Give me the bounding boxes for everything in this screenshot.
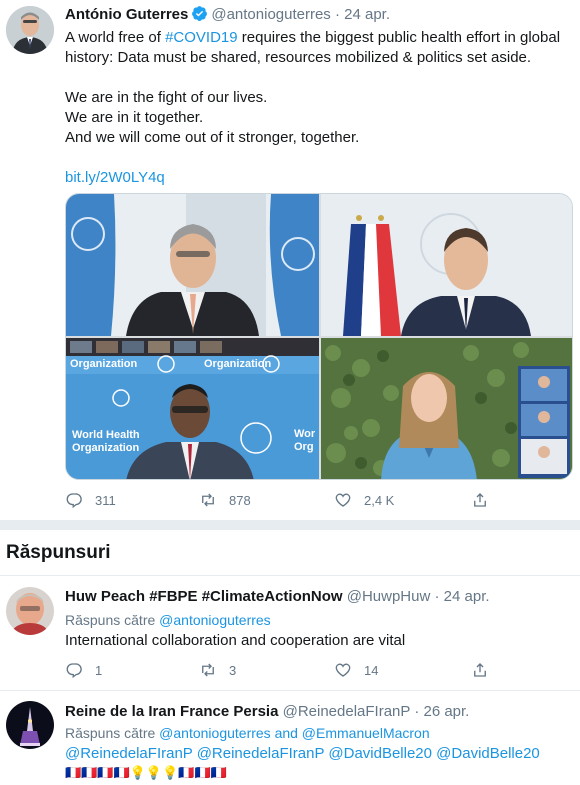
tweet-text-line4: We are in it together. (65, 109, 204, 126)
who-banner-caption: Organization (70, 358, 138, 370)
who-banner-caption-2: Organization (204, 358, 272, 370)
like-icon (335, 663, 351, 677)
share-button[interactable] (471, 490, 489, 510)
reply-count: 1 (95, 662, 103, 678)
tweet-actions: 311 878 2,4 K (65, 490, 565, 510)
tweet-text-line5: And we will come out of it stronger, tog… (65, 129, 360, 146)
reply-date[interactable]: · 26 apr. (414, 703, 469, 720)
who-right-caption-2: Org (294, 441, 314, 453)
reply-author-name[interactable]: Reine de la Iran France Persia (65, 703, 278, 720)
tweet-media-image[interactable]: Organization Organization World Health O… (65, 193, 573, 480)
reply-actions: 1 3 14 (65, 660, 565, 680)
reply-to-label: Răspuns către (65, 612, 160, 628)
reply-count: 311 (95, 492, 116, 508)
retweet-button[interactable]: 878 (199, 490, 251, 510)
avatar-image (6, 587, 54, 635)
like-button[interactable]: 14 (334, 660, 378, 680)
like-count: 2,4 K (364, 492, 395, 508)
reply-author-handle[interactable]: @ReinedelaFIranP (283, 703, 411, 720)
like-button[interactable]: 2,4 K (334, 490, 394, 510)
reply-emoji-line: 🇫🇷🇫🇷🇫🇷🇫🇷💡💡💡🇫🇷🇫🇷🇫🇷 (65, 765, 227, 780)
reply-icon (66, 663, 82, 679)
tweet-text-line1-rest: requires the biggest public health effor… (237, 29, 561, 46)
replies-heading: Răspunsuri (6, 542, 111, 563)
retweet-icon (202, 493, 214, 507)
media-tile-tedros: Organization Organization World Health O… (66, 338, 319, 479)
media-tile-guterres (66, 194, 319, 336)
author-name[interactable]: António Guterres (65, 6, 188, 23)
reply-button[interactable]: 1 (65, 660, 102, 680)
share-button[interactable] (471, 660, 489, 680)
retweet-icon (202, 663, 214, 677)
share-icon (474, 663, 486, 677)
who-side-caption-1: World Health (72, 429, 140, 441)
reply-date[interactable]: · 24 apr. (435, 588, 490, 605)
media-tile-macron (321, 194, 572, 336)
tweet-link[interactable]: bit.ly/2W0LY4q (65, 168, 575, 188)
who-right-caption-1: Wor (294, 428, 316, 440)
tweet-text-line2: history: Data must be shared, resources … (65, 49, 532, 66)
like-icon (335, 493, 351, 507)
avatar-huw-peach[interactable] (6, 587, 54, 635)
reply-icon (66, 493, 82, 509)
verified-badge-icon (192, 6, 208, 21)
section-separator (0, 520, 580, 530)
reply-button[interactable]: 311 (65, 490, 116, 510)
avatar-reine-iran[interactable] (6, 701, 54, 749)
who-side-caption-2: Organization (72, 442, 140, 454)
tweet-text: A world free of #COVID19 requires the bi… (65, 28, 575, 188)
reply-to-mention[interactable]: @antonioguterres and @EmmanuelMacron (159, 725, 429, 741)
media-tile-gates (321, 338, 572, 479)
tweet-date[interactable]: · 24 apr. (335, 6, 390, 23)
reply-author-handle[interactable]: @HuwpHuw (347, 588, 431, 605)
reply-to-label: Răspuns către (65, 725, 160, 741)
reply-tweet[interactable]: Reine de la Iran France Persia @Reinedel… (0, 691, 580, 785)
tweet-text-prefix: A world free of (65, 29, 166, 46)
avatar-image (6, 701, 54, 749)
retweet-count: 3 (229, 662, 237, 678)
tweet-text-line3: We are in the fight of our lives. (65, 89, 268, 106)
reply-tweet[interactable]: Huw Peach #FBPE #ClimateActionNow @HuwpH… (0, 576, 580, 690)
avatar-antonio-guterres[interactable] (6, 6, 54, 54)
reply-mentions[interactable]: @ReinedelaFIranP @ReinedelaFIranP @David… (65, 745, 540, 762)
retweet-count: 878 (229, 492, 251, 508)
avatar-image (6, 6, 54, 54)
retweet-button[interactable]: 3 (199, 660, 236, 680)
like-count: 14 (364, 662, 379, 678)
reply-author-name[interactable]: Huw Peach #FBPE #ClimateActionNow (65, 588, 343, 605)
share-icon (474, 493, 486, 507)
hashtag-covid19[interactable]: #COVID19 (165, 29, 238, 46)
main-tweet[interactable]: António Guterres @antonioguterres · 24 ap… (0, 0, 580, 520)
reply-to-mention[interactable]: @antonioguterres (159, 612, 271, 628)
author-handle[interactable]: @antonioguterres (211, 6, 330, 23)
reply-text: International collaboration and cooperat… (65, 632, 406, 649)
